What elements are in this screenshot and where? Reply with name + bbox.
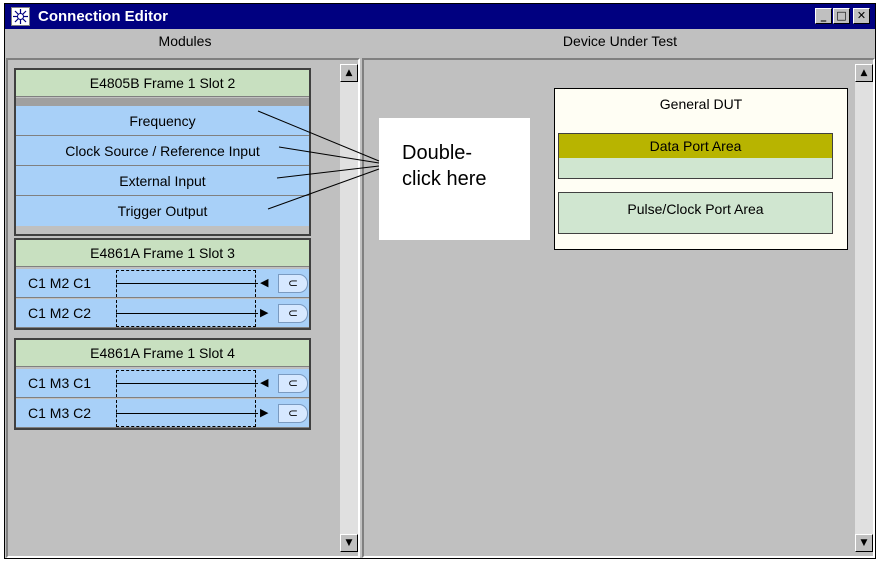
- module-row-trigger-output[interactable]: Trigger Output: [16, 196, 309, 226]
- module-row-frequency[interactable]: Frequency: [16, 106, 309, 136]
- arrow-right-icon: ▶: [260, 406, 269, 419]
- channel-label: C1 M3 C2: [28, 405, 92, 421]
- scroll-up-icon[interactable]: ▲: [340, 64, 358, 82]
- channel-row[interactable]: C1 M2 C1 ◀ ⊂: [16, 269, 309, 298]
- maximize-button[interactable]: □: [833, 8, 850, 24]
- module-e4805b-slot-2[interactable]: E4805B Frame 1 Slot 2 Frequency Clock So…: [14, 68, 311, 236]
- data-port-area-label: Data Port Area: [559, 134, 832, 158]
- module-header: E4805B Frame 1 Slot 2: [16, 70, 309, 97]
- module-e4861a-slot-4[interactable]: E4861A Frame 1 Slot 4 C1 M3 C1 ◀ ⊂ C1 M3…: [14, 338, 311, 430]
- minimize-button[interactable]: _: [815, 8, 832, 24]
- general-dut-block[interactable]: General DUT Data Port Area Pulse/Clock P…: [554, 88, 848, 250]
- app-logo-icon: [11, 7, 30, 26]
- connector-icon[interactable]: ⊂: [278, 404, 308, 423]
- module-header: E4861A Frame 1 Slot 3: [16, 240, 309, 267]
- dut-column-header: Device Under Test: [562, 33, 678, 49]
- connector-icon[interactable]: ⊂: [278, 274, 308, 293]
- data-port-area[interactable]: Data Port Area: [558, 133, 833, 179]
- pulse-clock-port-area[interactable]: Pulse/Clock Port Area: [558, 192, 833, 234]
- scroll-up-icon[interactable]: ▲: [855, 64, 873, 82]
- channel-label: C1 M2 C2: [28, 305, 92, 321]
- double-click-callout: Double- click here: [379, 118, 530, 240]
- dut-title: General DUT: [659, 96, 743, 112]
- module-header: E4861A Frame 1 Slot 4: [16, 340, 309, 367]
- channel-label: C1 M2 C1: [28, 275, 92, 291]
- callout-line-2: click here: [402, 168, 487, 190]
- module-row-clock-source[interactable]: Clock Source / Reference Input: [16, 136, 309, 166]
- channel-line: [116, 313, 258, 314]
- window-title: Connection Editor: [38, 8, 168, 25]
- modules-pane: E4805B Frame 1 Slot 2 Frequency Clock So…: [6, 58, 360, 558]
- scroll-down-icon[interactable]: ▼: [855, 534, 873, 552]
- module-e4861a-slot-3[interactable]: E4861A Frame 1 Slot 3 C1 M2 C1 ◀ ⊂ C1 M2…: [14, 238, 311, 330]
- callout-line-1: Double-: [402, 142, 473, 164]
- arrow-right-icon: ▶: [260, 306, 269, 319]
- module-divider: [16, 98, 309, 106]
- title-bar[interactable]: Connection Editor _ □ ✕: [5, 4, 875, 29]
- dut-scrollbar[interactable]: ▲ ▼: [855, 64, 873, 552]
- channel-row[interactable]: C1 M3 C2 ▶ ⊂: [16, 399, 309, 428]
- modules-column-header: Modules: [158, 33, 212, 49]
- channel-line: [116, 283, 258, 284]
- channel-line: [116, 383, 258, 384]
- channel-row[interactable]: C1 M2 C2 ▶ ⊂: [16, 299, 309, 328]
- close-button[interactable]: ✕: [853, 8, 870, 24]
- connector-icon[interactable]: ⊂: [278, 304, 308, 323]
- connector-icon[interactable]: ⊂: [278, 374, 308, 393]
- channel-line: [116, 413, 258, 414]
- scroll-down-icon[interactable]: ▼: [340, 534, 358, 552]
- channel-label: C1 M3 C1: [28, 375, 92, 391]
- channel-row[interactable]: C1 M3 C1 ◀ ⊂: [16, 369, 309, 398]
- arrow-left-icon: ◀: [260, 376, 269, 389]
- arrow-left-icon: ◀: [260, 276, 269, 289]
- modules-scrollbar[interactable]: ▲ ▼: [340, 64, 358, 552]
- module-row-external-input[interactable]: External Input: [16, 166, 309, 196]
- connection-editor-window: Connection Editor _ □ ✕ Modules Device U…: [4, 3, 876, 559]
